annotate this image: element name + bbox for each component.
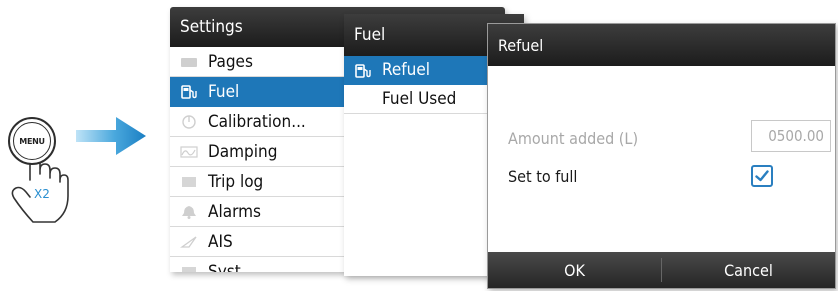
settings-item-label: Syst... [208,262,256,272]
damping-icon [180,146,198,158]
arrow-right-icon [76,117,146,155]
bell-icon [182,206,196,219]
settings-item-label: Calibration... [208,112,306,132]
trip-log-icon [182,177,196,187]
calibration-icon [182,115,196,129]
pages-icon [181,58,197,67]
checkmark-icon [755,170,769,182]
set-to-full-checkbox[interactable] [751,165,773,187]
amount-added-label: Amount added (L) [508,129,639,148]
settings-item-label: Damping [208,142,278,162]
settings-item-label: Pages [208,52,253,72]
press-count-label: X2 [34,187,50,201]
fuel-pump-icon [181,85,197,99]
menu-button-label: MENU [13,122,51,160]
settings-item-label: Fuel [208,82,240,102]
ok-button[interactable]: OK [488,252,661,288]
settings-item-label: Trip log [208,172,264,192]
fuel-item-label: Refuel [382,60,431,80]
ais-icon [180,236,197,248]
system-icon [182,267,196,272]
refuel-dialog: Refuel Amount added (L) 0500.00 Set to f… [487,23,836,289]
settings-item-label: AIS [208,232,233,252]
set-to-full-label: Set to full [508,167,578,186]
settings-item-label: Alarms [208,202,261,222]
cancel-button[interactable]: Cancel [662,252,835,288]
menu-button[interactable]: MENU [8,117,56,165]
fuel-item-label: Fuel Used [382,89,457,109]
amount-added-field[interactable]: 0500.00 [751,120,831,152]
dialog-footer: OK Cancel [488,252,835,288]
fuel-pump-icon [355,64,371,78]
refuel-title: Refuel [488,24,835,66]
